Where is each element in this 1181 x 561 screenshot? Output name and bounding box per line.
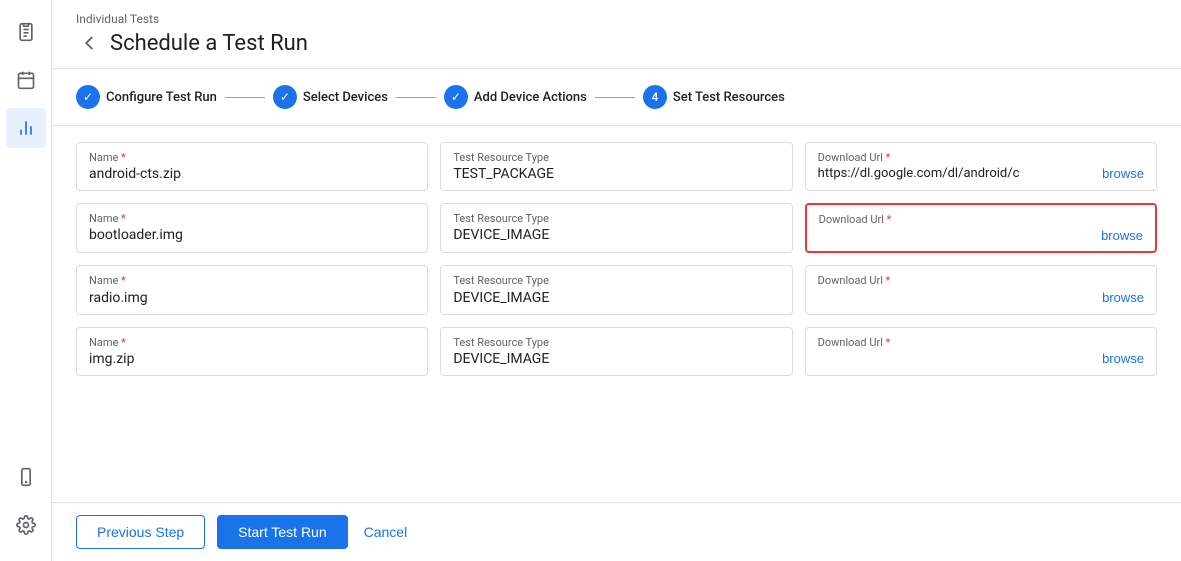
sidebar-item-chart[interactable] [6,108,46,148]
resource-row-1: Name * android-cts.zip Test Resource Typ… [76,142,1157,191]
type-value-1: TEST_PACKAGE [453,166,779,182]
url-field-2: Download Url * browse [805,203,1157,253]
url-field-3: Download Url * browse [805,265,1157,314]
page-title: Schedule a Test Run [110,31,308,56]
step-2-check: ✓ [280,90,290,104]
breadcrumb: Individual Tests [76,12,1157,26]
step-1-label: Configure Test Run [106,90,217,105]
step-4: 4 Set Test Resources [643,85,785,109]
sidebar-item-clipboard[interactable] [6,12,46,52]
browse-button-3[interactable]: browse [1102,290,1144,305]
name-value-1: android-cts.zip [89,166,415,182]
required-1: * [121,151,126,164]
name-label-1: Name * [89,151,415,164]
type-label-3: Test Resource Type [453,274,779,287]
url-label-3: Download Url * [818,274,1144,287]
cancel-button[interactable]: Cancel [360,516,412,548]
resources-content: Name * android-cts.zip Test Resource Typ… [52,126,1181,502]
step-4-circle: 4 [643,85,667,109]
header: Individual Tests Schedule a Test Run [52,0,1181,69]
type-field-1: Test Resource Type TEST_PACKAGE [440,142,792,191]
browse-button-4[interactable]: browse [1102,351,1144,366]
step-4-number: 4 [651,90,658,104]
url-label-1: Download Url * [818,151,1144,164]
browse-button-2[interactable]: browse [1101,228,1143,243]
type-field-3: Test Resource Type DEVICE_IMAGE [440,265,792,314]
main-content: Individual Tests Schedule a Test Run ✓ C… [52,0,1181,561]
step-2-label: Select Devices [303,90,388,105]
type-value-4: DEVICE_IMAGE [453,351,779,367]
connector-3 [595,97,635,98]
url-field-4: Download Url * browse [805,327,1157,376]
step-3-check: ✓ [451,90,461,104]
name-field-4: Name * img.zip [76,327,428,376]
url-value-1: https://dl.google.com/dl/android/c [818,166,1102,181]
type-label-2: Test Resource Type [453,212,779,225]
step-3-label: Add Device Actions [474,90,587,105]
step-1-check: ✓ [83,90,93,104]
type-field-2: Test Resource Type DEVICE_IMAGE [440,203,792,253]
type-field-4: Test Resource Type DEVICE_IMAGE [440,327,792,376]
step-3-circle: ✓ [444,85,468,109]
name-value-2: bootloader.img [89,227,415,243]
connector-1 [225,97,265,98]
step-1: ✓ Configure Test Run [76,85,217,109]
step-2-circle: ✓ [273,85,297,109]
name-value-3: radio.img [89,290,415,306]
url-field-1: Download Url * https://dl.google.com/dl/… [805,142,1157,191]
sidebar [0,0,52,561]
name-label-3: Name * [89,274,415,287]
step-4-label: Set Test Resources [673,90,785,105]
resource-row-4: Name * img.zip Test Resource Type DEVICE… [76,327,1157,376]
step-2: ✓ Select Devices [273,85,388,109]
type-label-1: Test Resource Type [453,151,779,164]
start-test-run-button[interactable]: Start Test Run [217,515,347,549]
name-value-4: img.zip [89,351,415,367]
footer: Previous Step Start Test Run Cancel [52,502,1181,561]
resource-row-3: Name * radio.img Test Resource Type DEVI… [76,265,1157,314]
name-field-2: Name * bootloader.img [76,203,428,253]
sidebar-item-settings[interactable] [6,505,46,545]
type-value-2: DEVICE_IMAGE [453,227,779,243]
steps-bar: ✓ Configure Test Run ✓ Select Devices ✓ … [52,69,1181,126]
back-button[interactable] [76,30,102,56]
url-label-4: Download Url * [818,336,1144,349]
name-field-1: Name * android-cts.zip [76,142,428,191]
name-field-3: Name * radio.img [76,265,428,314]
sidebar-item-phone[interactable] [6,457,46,497]
type-value-3: DEVICE_IMAGE [453,290,779,306]
type-label-4: Test Resource Type [453,336,779,349]
name-label-2: Name * [89,212,415,225]
previous-step-button[interactable]: Previous Step [76,515,205,549]
browse-button-1[interactable]: browse [1102,166,1144,181]
sidebar-item-calendar[interactable] [6,60,46,100]
step-1-circle: ✓ [76,85,100,109]
step-3: ✓ Add Device Actions [444,85,587,109]
url-label-2: Download Url * [819,213,1143,226]
connector-2 [396,97,436,98]
name-label-4: Name * [89,336,415,349]
resource-row-2: Name * bootloader.img Test Resource Type… [76,203,1157,253]
